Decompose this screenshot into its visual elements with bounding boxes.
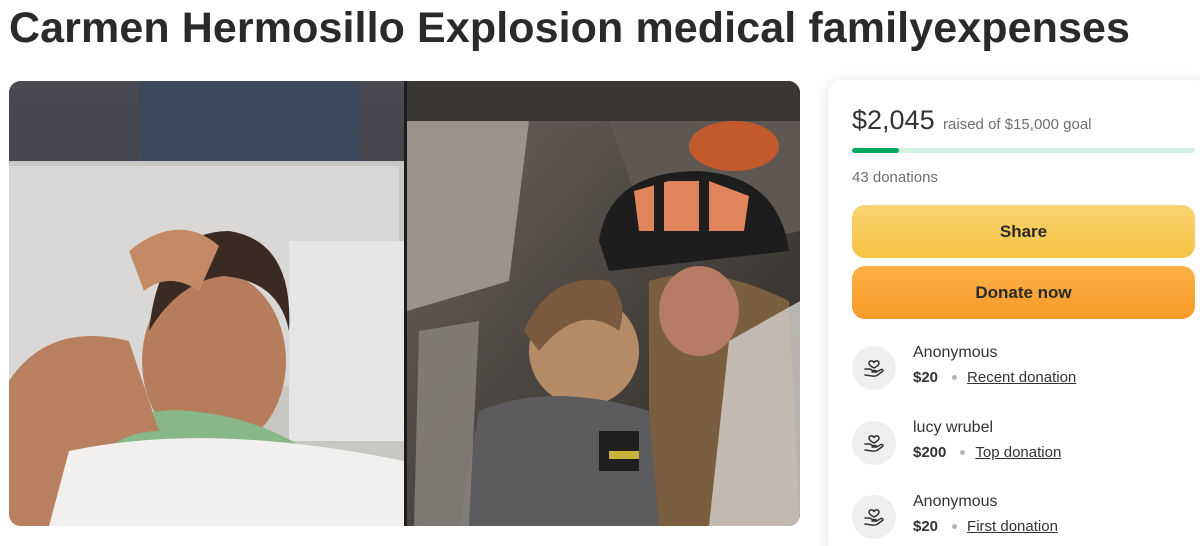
heart-hand-icon — [852, 421, 896, 465]
donor-name: lucy wrubel — [913, 419, 994, 436]
heart-hand-icon — [852, 346, 896, 390]
donation-sidebar-card: $2,045 raised of $15,000 goal 43 donatio… — [828, 80, 1200, 546]
goal-text: raised of $15,000 goal — [943, 116, 1092, 133]
donor-meta: $200 Top donation — [913, 444, 1061, 461]
donor-meta: $20 Recent donation — [913, 369, 1076, 386]
share-button[interactable]: Share — [852, 205, 1195, 258]
raised-amount: $2,045 — [852, 105, 935, 135]
campaign-hero-image[interactable] — [9, 81, 800, 526]
progress-fill — [852, 148, 899, 153]
heart-hand-icon — [852, 495, 896, 539]
separator-dot — [952, 524, 958, 529]
page-title: Carmen Hermosillo Explosion medical fami… — [9, 4, 1131, 52]
donor-name: Anonymous — [913, 344, 998, 361]
donor-amount: $20 — [913, 369, 939, 386]
separator-dot — [960, 450, 966, 455]
hero-photo-collage — [9, 81, 800, 526]
donation-count: 43 donations — [852, 169, 938, 186]
donation-tag-link[interactable]: First donation — [967, 518, 1058, 535]
donor-item: Anonymous $20 Recent donation — [852, 344, 1192, 394]
donor-item: Anonymous $20 First donation — [852, 493, 1192, 543]
separator-dot — [952, 375, 958, 380]
donation-tag-link[interactable]: Recent donation — [967, 369, 1076, 386]
progress-bar — [852, 148, 1195, 153]
donor-item: lucy wrubel $200 Top donation — [852, 419, 1192, 469]
donate-now-button[interactable]: Donate now — [852, 266, 1195, 319]
donation-tag-link[interactable]: Top donation — [975, 444, 1061, 461]
donor-amount: $20 — [913, 518, 939, 535]
donor-meta: $20 First donation — [913, 518, 1058, 535]
raised-summary: $2,045 raised of $15,000 goal — [852, 105, 1092, 136]
donor-name: Anonymous — [913, 493, 998, 510]
donor-amount: $200 — [913, 444, 947, 461]
